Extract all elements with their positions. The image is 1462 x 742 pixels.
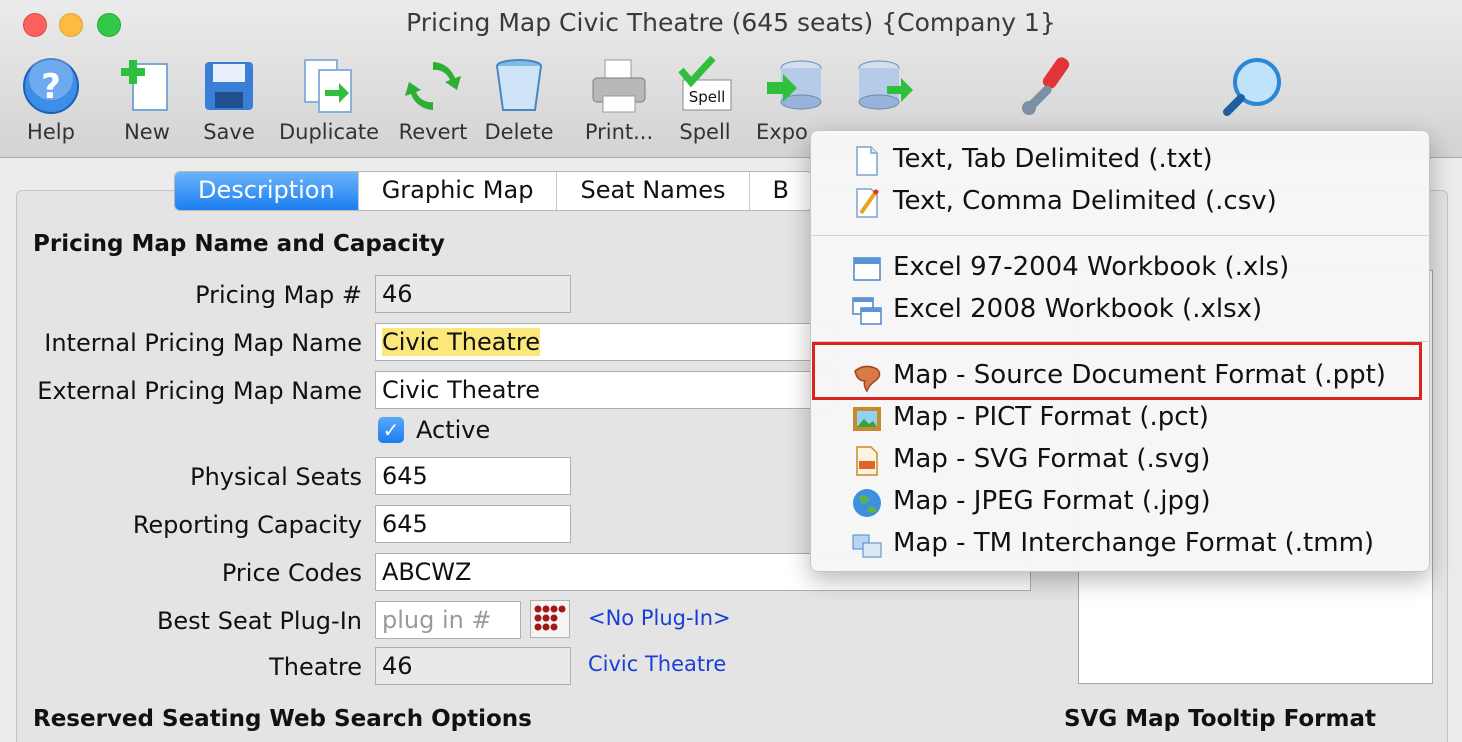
best-seat-label: Best Seat Plug-In xyxy=(156,607,362,635)
no-plugin-link[interactable]: <No Plug-In> xyxy=(588,606,731,630)
save-button[interactable]: Save xyxy=(174,56,284,144)
import-button[interactable] xyxy=(828,56,938,116)
physical-seats-label: Physical Seats xyxy=(190,463,362,491)
seat-grid-icon[interactable] xyxy=(530,600,570,638)
globe-icon xyxy=(851,487,883,519)
svg-text:?: ? xyxy=(41,67,61,107)
menu-item-excel-xlsx[interactable]: Excel 2008 Workbook (.xlsx) xyxy=(811,289,1429,331)
menu-item-text-comma[interactable]: Text, Comma Delimited (.csv) xyxy=(811,181,1429,223)
physical-seats-field[interactable]: 645 xyxy=(375,457,571,495)
help-icon: ? xyxy=(21,56,81,116)
printer-icon xyxy=(589,56,649,116)
duplicate-icon xyxy=(299,56,359,116)
external-name-label: External Pricing Map Name xyxy=(37,377,362,405)
internal-name-label: Internal Pricing Map Name xyxy=(44,329,362,357)
svg-text:Spell: Spell xyxy=(689,88,726,106)
window-title: Pricing Map Civic Theatre (645 seats) {C… xyxy=(406,8,1056,37)
highlight-box xyxy=(812,342,1422,400)
floppy-disk-icon xyxy=(199,56,259,116)
theatre-link[interactable]: Civic Theatre xyxy=(588,652,726,676)
trash-can-icon xyxy=(489,56,549,116)
text-file-icon xyxy=(851,145,883,177)
pricing-map-number-field: 46 xyxy=(375,275,571,313)
tab-graphic-map[interactable]: Graphic Map xyxy=(359,172,558,210)
theatre-field: 46 xyxy=(375,647,571,685)
internal-name-field[interactable]: Civic Theatre xyxy=(375,323,835,361)
menu-item-text-tab[interactable]: Text, Tab Delimited (.txt) xyxy=(811,139,1429,181)
magnifier-icon xyxy=(1223,56,1283,116)
menu-item-svg[interactable]: Map - SVG Format (.svg) xyxy=(811,439,1429,481)
theatre-label: Theatre xyxy=(269,653,362,681)
window-icon xyxy=(851,253,883,285)
tab-partial[interactable]: B xyxy=(750,172,812,210)
svg-file-icon xyxy=(851,445,883,477)
interchange-icon xyxy=(851,529,883,561)
database-import-icon xyxy=(853,56,913,116)
create-svg-button[interactable] xyxy=(994,56,1104,116)
new-document-icon xyxy=(117,56,177,116)
external-name-field[interactable]: Civic Theatre xyxy=(375,371,835,409)
best-seat-field[interactable]: plug in # xyxy=(375,601,521,639)
database-export-icon xyxy=(765,56,825,116)
refresh-arrows-icon xyxy=(403,56,463,116)
text-edit-icon xyxy=(851,187,883,219)
tab-bar: Description Graphic Map Seat Names B xyxy=(174,171,813,211)
windows-icon xyxy=(851,295,883,327)
price-codes-label: Price Codes xyxy=(221,559,362,587)
tab-description[interactable]: Description xyxy=(175,172,359,210)
pricing-map-number-label: Pricing Map # xyxy=(195,281,362,309)
preview-map-button[interactable] xyxy=(1198,56,1308,116)
active-label: Active xyxy=(416,416,491,444)
menu-item-pict[interactable]: Map - PICT Format (.pct) xyxy=(811,397,1429,439)
web-search-section-title: Reserved Seating Web Search Options xyxy=(33,706,532,732)
delete-button[interactable]: Delete xyxy=(464,56,574,144)
wrench-icon xyxy=(1019,56,1079,116)
menu-item-jpeg[interactable]: Map - JPEG Format (.jpg) xyxy=(811,481,1429,523)
active-checkbox[interactable]: ✓ xyxy=(378,417,404,443)
menu-item-tm-interchange[interactable]: Map - TM Interchange Format (.tmm) xyxy=(811,523,1429,565)
reporting-capacity-label: Reporting Capacity xyxy=(132,511,362,539)
spell-check-icon: Spell xyxy=(675,55,735,116)
duplicate-button[interactable]: Duplicate xyxy=(274,56,384,144)
menu-separator xyxy=(811,235,1429,236)
svg-tooltip-section-title: SVG Map Tooltip Format xyxy=(1064,706,1377,732)
reporting-capacity-field[interactable]: 645 xyxy=(375,505,571,543)
picture-icon xyxy=(851,403,883,435)
help-button[interactable]: ? Help xyxy=(0,56,106,144)
tab-seat-names[interactable]: Seat Names xyxy=(557,172,750,210)
menu-item-excel-xls[interactable]: Excel 97-2004 Workbook (.xls) xyxy=(811,247,1429,289)
capacity-section-title: Pricing Map Name and Capacity xyxy=(33,231,445,257)
